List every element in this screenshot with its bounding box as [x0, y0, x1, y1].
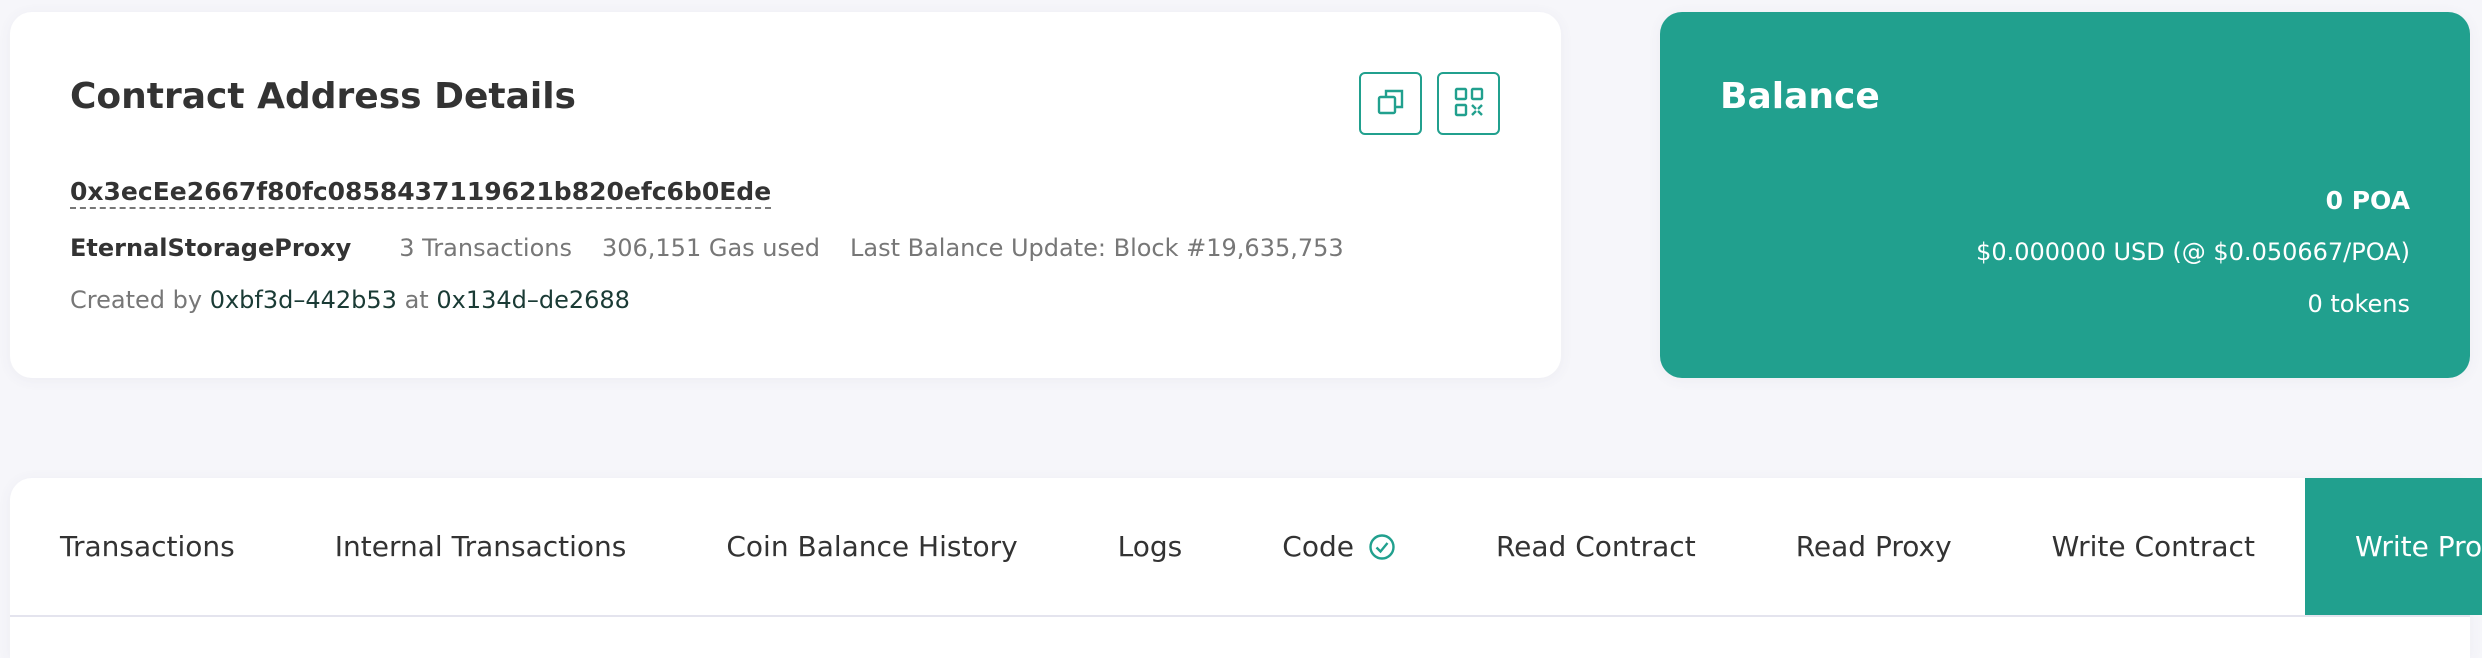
tab-label: Read Contract: [1495, 530, 1696, 563]
tab-label: Internal Transactions: [334, 530, 627, 563]
copy-address-button[interactable]: [1359, 72, 1422, 135]
creation-tx-link[interactable]: 0x134d–de2688: [436, 286, 630, 314]
balance-tokens[interactable]: 0 tokens: [2307, 290, 2410, 318]
tab-logs[interactable]: Logs: [1068, 478, 1233, 615]
tab-transactions[interactable]: Transactions: [10, 478, 285, 615]
tab-label: Read Proxy: [1795, 530, 1952, 563]
balance-card: Balance 0 POA $0.000000 USD (@ $0.050667…: [1660, 12, 2470, 378]
tab-read-contract[interactable]: Read Contract: [1446, 478, 1746, 615]
creator-address-link[interactable]: 0xbf3d–442b53: [210, 286, 397, 314]
balance-usd: $0.000000 USD (@ $0.050667/POA): [1976, 238, 2410, 266]
created-by-label: Created by: [70, 286, 203, 314]
created-by-row: Created by 0xbf3d–442b53 at 0x134d–de268…: [70, 286, 630, 314]
gas-used: 306,151 Gas used: [601, 234, 820, 262]
balance-poa: 0 POA: [2325, 186, 2410, 215]
tab-write-contract[interactable]: Write Contract: [2002, 478, 2305, 615]
copy-icon: [1376, 87, 1406, 121]
tab-code[interactable]: Code: [1232, 478, 1446, 615]
balance-title: Balance: [1720, 76, 1880, 117]
last-balance-update: Last Balance Update: Block #19,635,753: [850, 234, 1344, 262]
qr-code-icon: [1453, 86, 1485, 122]
tab-label: Transactions: [60, 530, 235, 563]
contract-meta: EternalStorageProxy 3 Transactions 306,1…: [70, 234, 1344, 262]
tab-read-proxy[interactable]: Read Proxy: [1746, 478, 2002, 615]
tab-bar: Transactions Internal Transactions Coin …: [10, 478, 2482, 617]
tab-write-proxy[interactable]: Write Proxy: [2304, 478, 2482, 615]
tabs-card: Transactions Internal Transactions Coin …: [10, 478, 2482, 658]
tab-label: Logs: [1117, 530, 1183, 563]
qr-code-button[interactable]: [1437, 72, 1500, 135]
at-label: at: [404, 286, 429, 314]
tab-internal-transactions[interactable]: Internal Transactions: [285, 478, 677, 615]
tab-coin-balance-history[interactable]: Coin Balance History: [676, 478, 1067, 615]
contract-name: EternalStorageProxy: [70, 234, 352, 262]
tab-label: Code: [1282, 530, 1354, 563]
contract-details-card: Contract Address Details 0x3ecEe2667f80f…: [10, 12, 1561, 378]
transaction-count: 3 Transactions: [399, 234, 572, 262]
verified-check-icon: [1368, 533, 1396, 561]
tab-label: Write Contract: [2051, 530, 2255, 563]
details-title: Contract Address Details: [70, 76, 576, 117]
contract-address[interactable]: 0x3ecEe2667f80fc0858437119621b820efc6b0E…: [70, 177, 772, 209]
tab-label: Coin Balance History: [726, 530, 1018, 563]
tab-label: Write Proxy: [2354, 530, 2482, 563]
